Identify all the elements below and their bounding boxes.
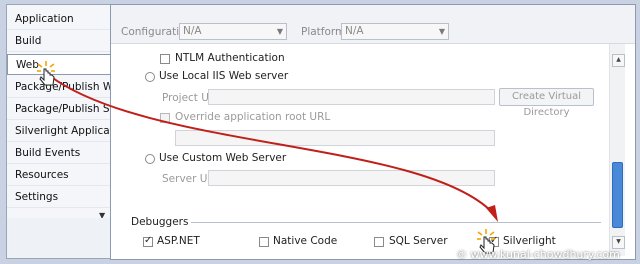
annotation-overlay (37, 61, 498, 254)
watermark-text: © www.kunal-chowdhury.com (456, 248, 620, 261)
click-burst-icon (37, 61, 55, 86)
arrowhead-icon (486, 205, 498, 222)
annotation-arrow (49, 75, 493, 213)
